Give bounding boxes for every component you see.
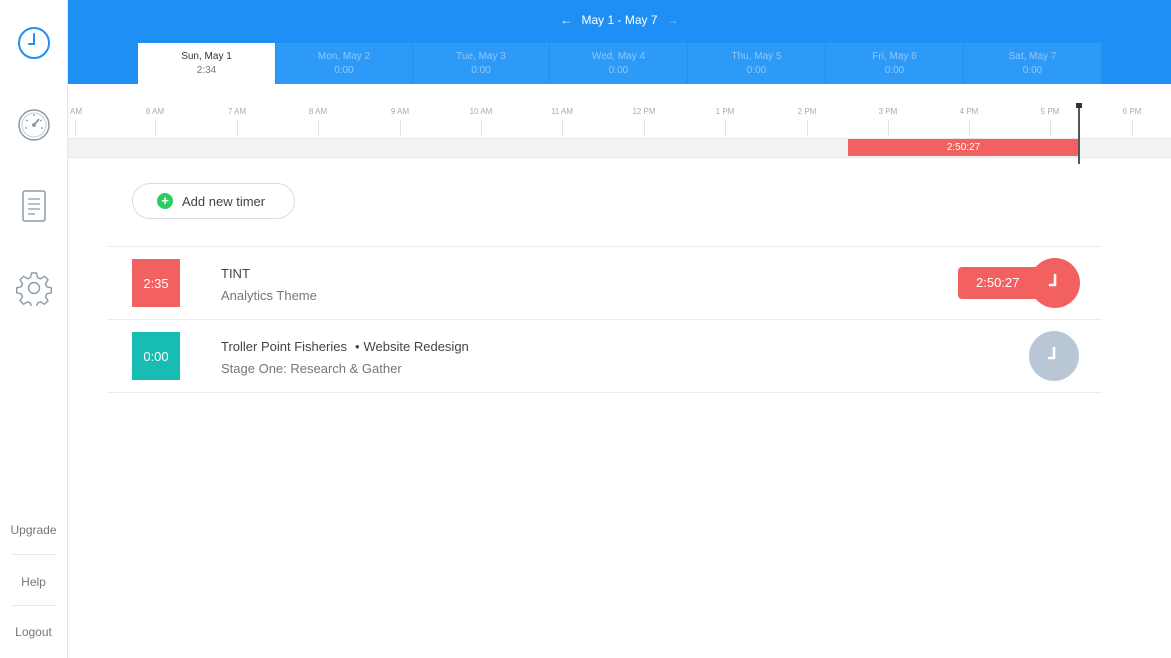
clock-icon [1047,346,1056,360]
entry-title: TINT [221,266,250,281]
hour-label: 4 PM [959,107,979,116]
start-timer-button[interactable] [1029,331,1079,381]
current-time-marker [1076,103,1082,108]
day-tab-thu[interactable]: Thu, May 5 0:00 [688,43,825,84]
hour-tick [725,120,726,136]
hour-tick [807,120,808,136]
hour-tick [237,120,238,136]
add-timer-label: Add new timer [182,193,266,209]
settings-gear-icon[interactable] [16,270,52,306]
day-tab-sun[interactable]: Sun, May 1 2:34 [138,43,275,84]
sidebar: Upgrade Help Logout [0,0,68,658]
hour-label: 7 AM [227,107,247,116]
current-time-indicator [1078,105,1080,164]
hour-label: 11 AM [550,107,574,116]
entry-title: Troller Point Fisheries • Website Redesign [221,339,469,354]
day-tab-name: Tue, May 3 [456,51,506,62]
hour-label: 3 PM [878,107,898,116]
bullet-separator: • [354,339,360,354]
entry-client: Troller Point Fisheries [221,339,347,354]
hour-label: AM [70,107,82,116]
hour-label: 1 PM [715,107,735,116]
next-week-arrow-icon[interactable]: → [661,13,685,27]
hour-label: 12 PM [632,107,656,116]
entry-project: Website Redesign [363,339,469,354]
hour-tick [400,120,401,136]
hour-tick [155,120,156,136]
sidebar-divider [12,554,56,555]
day-tab-name: Thu, May 5 [731,51,782,62]
stop-timer-button[interactable] [1030,258,1080,308]
clock-icon [1048,273,1057,287]
day-tab-time: 0:00 [471,65,491,76]
timer-clock-icon[interactable] [16,25,52,61]
day-tab-mon[interactable]: Mon, May 2 0:00 [276,43,412,84]
entry-duration-badge[interactable]: 0:00 [132,332,180,380]
hour-tick [562,120,563,136]
day-tab-fri[interactable]: Fri, May 6 0:00 [826,43,963,84]
hour-tick [75,120,76,136]
hour-label: 6 AM [145,107,165,116]
previous-week-arrow-icon[interactable]: ← [554,13,578,27]
hour-tick [1132,120,1133,136]
logout-link[interactable]: Logout [0,625,67,639]
hour-tick [888,120,889,136]
document-icon[interactable] [16,188,52,224]
day-tab-name: Sun, May 1 [181,51,232,62]
hour-label: 2 PM [797,107,817,116]
day-tab-time: 2:34 [196,65,217,76]
day-tab-time: 0:00 [746,65,767,76]
hour-tick [969,120,970,136]
hour-tick [1050,120,1051,136]
hour-label: 5 PM [1040,107,1060,116]
hour-label: 10 AM [469,107,493,116]
hour-tick [644,120,645,136]
hour-label: 6 PM [1122,107,1142,116]
sidebar-divider [12,605,56,606]
row-divider [108,392,1102,393]
day-tab-time: 0:00 [334,65,354,76]
entry-subtitle: Analytics Theme [221,288,317,303]
day-tab-name: Wed, May 4 [591,51,646,62]
hour-tick [481,120,482,136]
hour-label: 9 AM [390,107,410,116]
hour-label: 8 AM [308,107,328,116]
day-tab-name: Fri, May 6 [872,51,917,62]
day-tab-name: Sat, May 7 [1008,51,1057,62]
week-header: ← May 1 - May 7 → Sun, May 1 2:34 Mon, M… [68,0,1171,84]
day-tab-name: Mon, May 2 [317,51,371,62]
plus-icon: + [157,193,173,209]
upgrade-link[interactable]: Upgrade [0,523,67,537]
day-tab-time: 0:00 [1022,65,1043,76]
week-navigator: ← May 1 - May 7 → [68,12,1171,27]
row-divider [108,319,1102,320]
day-tab-wed[interactable]: Wed, May 4 0:00 [550,43,687,84]
week-range-label: May 1 - May 7 [581,12,658,27]
entry-duration-badge[interactable]: 2:35 [132,259,180,307]
help-link[interactable]: Help [0,575,67,589]
running-time-bar[interactable]: 2:50:27 [848,139,1079,156]
hour-tick [318,120,319,136]
day-tab-time: 0:00 [884,65,905,76]
day-tab-tue[interactable]: Tue, May 3 0:00 [413,43,549,84]
row-divider [108,246,1102,247]
day-timeline: AM 6 AM 7 AM 8 AM 9 AM 10 AM 11 AM 12 PM… [68,84,1171,164]
add-new-timer-button[interactable]: + Add new timer [132,183,295,219]
entry-subtitle: Stage One: Research & Gather [221,361,402,376]
day-tab-sat[interactable]: Sat, May 7 0:00 [964,43,1101,84]
dashboard-gauge-icon[interactable] [16,107,52,143]
day-tab-time: 0:00 [608,65,629,76]
